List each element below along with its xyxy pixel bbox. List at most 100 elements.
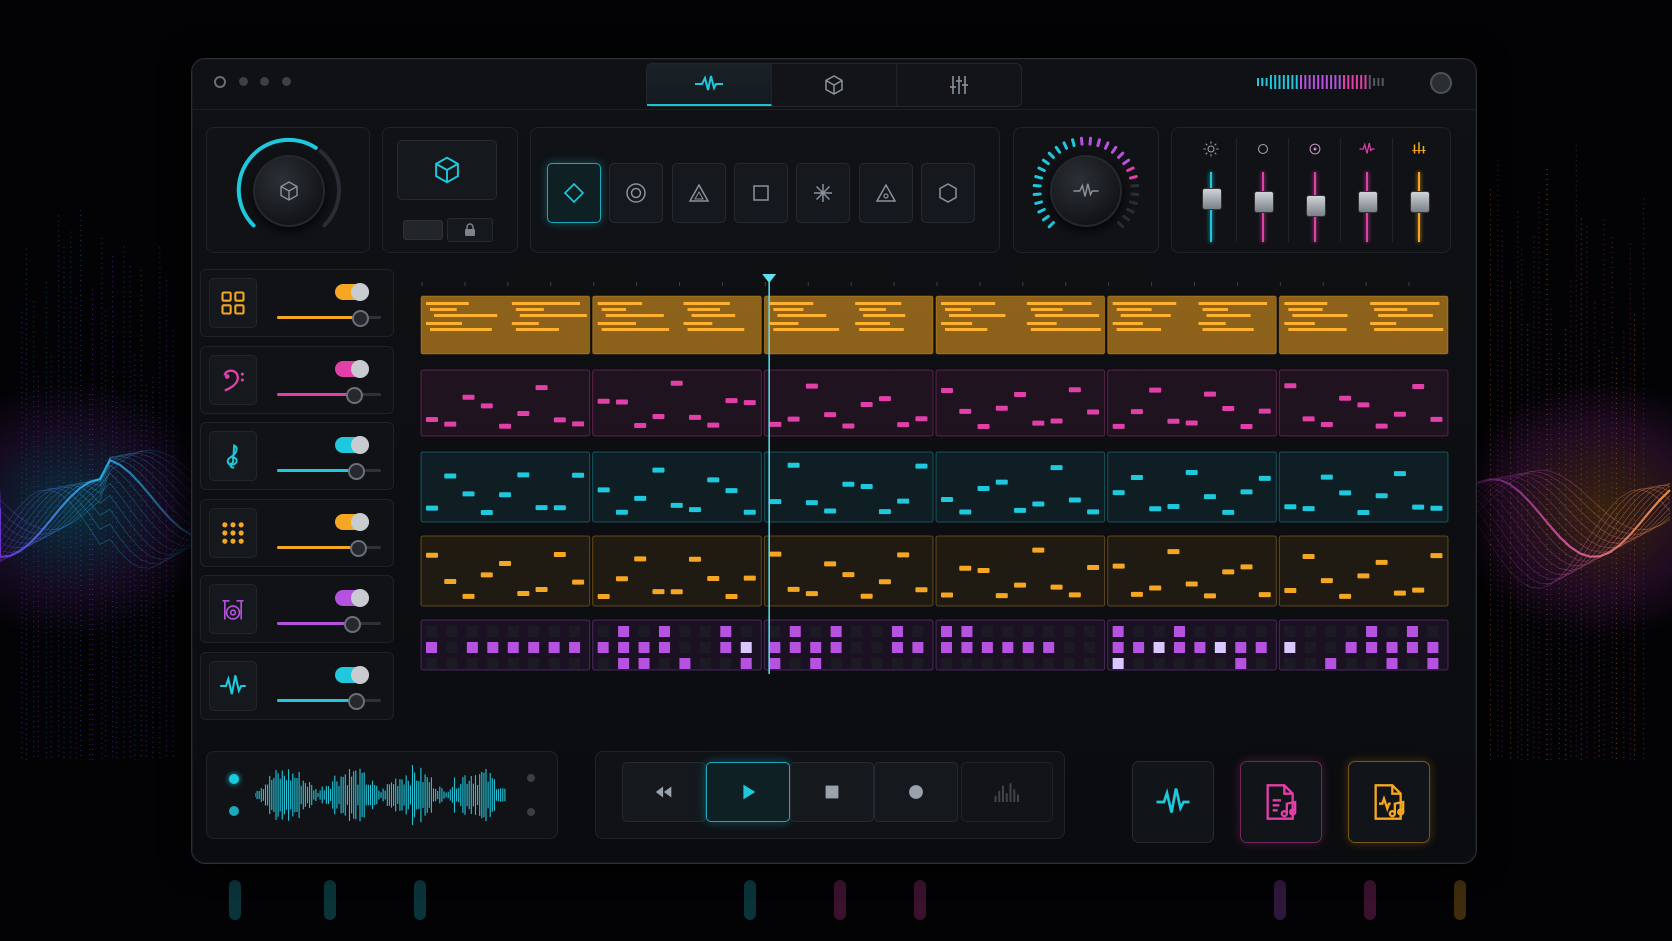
drum-step[interactable] <box>912 658 924 669</box>
window-dot[interactable] <box>239 77 248 86</box>
drum-step[interactable] <box>1043 626 1055 637</box>
pattern-block[interactable] <box>763 535 934 607</box>
drum-step[interactable] <box>1084 626 1096 637</box>
drum-step[interactable] <box>1214 626 1226 637</box>
drum-step[interactable] <box>871 642 883 653</box>
drum-step[interactable] <box>528 658 540 669</box>
window-dot[interactable] <box>260 77 269 86</box>
drum-step[interactable] <box>618 642 630 653</box>
tab-waveform[interactable] <box>647 64 772 106</box>
pattern-block[interactable] <box>1107 619 1277 671</box>
drum-step[interactable] <box>961 658 973 669</box>
shape-button-triangle[interactable] <box>671 163 726 223</box>
drum-step[interactable] <box>1255 626 1267 637</box>
drum-step[interactable] <box>679 658 691 669</box>
drum-step[interactable] <box>618 658 630 669</box>
audio-file-button[interactable] <box>1348 761 1430 843</box>
main-knob-right[interactable] <box>1050 155 1122 227</box>
drum-step[interactable] <box>1406 658 1418 669</box>
slider-thumb[interactable] <box>345 386 363 404</box>
track-row[interactable] <box>200 498 394 567</box>
drum-step[interactable] <box>1002 642 1014 653</box>
drum-step[interactable] <box>1366 658 1378 669</box>
drum-step[interactable] <box>1427 658 1439 669</box>
drum-step[interactable] <box>1043 658 1055 669</box>
drum-step[interactable] <box>851 642 863 653</box>
shape-button-snowflake[interactable] <box>796 163 851 223</box>
drum-step[interactable] <box>446 626 458 637</box>
drum-step[interactable] <box>658 642 670 653</box>
drum-step[interactable] <box>740 642 752 653</box>
drum-step[interactable] <box>789 658 801 669</box>
drum-step[interactable] <box>941 642 952 653</box>
track-volume-slider[interactable] <box>277 616 381 633</box>
drum-step[interactable] <box>1386 626 1398 637</box>
drum-step[interactable] <box>1022 642 1034 653</box>
drum-step[interactable] <box>699 642 711 653</box>
pattern-block[interactable] <box>763 619 934 671</box>
drum-step[interactable] <box>1386 658 1398 669</box>
drum-step[interactable] <box>487 626 499 637</box>
drum-step[interactable] <box>1112 658 1124 669</box>
drum-step[interactable] <box>1304 626 1316 637</box>
drum-step[interactable] <box>1133 626 1145 637</box>
track-toggle[interactable] <box>335 512 369 531</box>
music-file-button[interactable] <box>1240 761 1322 843</box>
drum-step[interactable] <box>1043 642 1055 653</box>
drum-step[interactable] <box>1255 658 1267 669</box>
shape-button-triangle-dot[interactable] <box>858 163 913 223</box>
sequencer-grid[interactable] <box>420 274 1450 674</box>
rewind-button[interactable] <box>622 762 706 822</box>
stop-button[interactable] <box>790 762 874 822</box>
track-row[interactable] <box>200 651 394 720</box>
window-dot-ring[interactable] <box>214 76 226 88</box>
drum-step[interactable] <box>1406 642 1418 653</box>
track-volume-slider[interactable] <box>277 463 381 480</box>
drum-step[interactable] <box>1084 658 1096 669</box>
drum-step[interactable] <box>830 626 842 637</box>
track-row[interactable] <box>200 345 394 414</box>
pattern-block[interactable] <box>420 535 591 607</box>
drum-step[interactable] <box>720 658 732 669</box>
drum-step[interactable] <box>1084 642 1096 653</box>
track-volume-slider[interactable] <box>277 692 381 710</box>
drum-step[interactable] <box>507 658 519 669</box>
drum-step[interactable] <box>638 642 650 653</box>
track-icon-button[interactable] <box>209 278 257 328</box>
shape-button-square[interactable] <box>733 163 788 223</box>
drum-step[interactable] <box>507 626 519 637</box>
fader-handle[interactable] <box>1202 187 1222 210</box>
pattern-block[interactable] <box>420 451 591 523</box>
drum-step[interactable] <box>1173 642 1185 653</box>
pattern-block[interactable] <box>763 451 934 523</box>
pattern-block[interactable] <box>935 619 1106 671</box>
drum-step[interactable] <box>789 626 801 637</box>
drum-step[interactable] <box>1366 642 1378 653</box>
tab-cube[interactable] <box>772 64 897 106</box>
track-row[interactable] <box>200 422 394 490</box>
drum-step[interactable] <box>1173 658 1185 669</box>
track-row[interactable] <box>200 575 394 643</box>
fader-handle[interactable] <box>1358 191 1378 213</box>
drum-step[interactable] <box>830 658 842 669</box>
drum-step[interactable] <box>941 658 952 669</box>
level-meter-button[interactable] <box>961 762 1053 822</box>
drum-step[interactable] <box>1325 658 1337 669</box>
drum-step[interactable] <box>548 642 560 653</box>
fader-handle[interactable] <box>1254 191 1274 213</box>
drum-step[interactable] <box>679 626 691 637</box>
drum-step[interactable] <box>548 626 560 637</box>
drum-step[interactable] <box>961 626 973 637</box>
drum-step[interactable] <box>426 626 437 637</box>
preset-cube-button[interactable] <box>397 140 497 200</box>
lock-button[interactable] <box>447 218 493 242</box>
drum-step[interactable] <box>446 658 458 669</box>
drum-step[interactable] <box>1112 626 1124 637</box>
drum-step[interactable] <box>891 642 903 653</box>
drum-step[interactable] <box>548 658 560 669</box>
drum-step[interactable] <box>1427 642 1439 653</box>
drum-step[interactable] <box>1153 642 1165 653</box>
drum-step[interactable] <box>426 658 437 669</box>
drum-step[interactable] <box>912 642 924 653</box>
track-row[interactable] <box>200 269 394 337</box>
